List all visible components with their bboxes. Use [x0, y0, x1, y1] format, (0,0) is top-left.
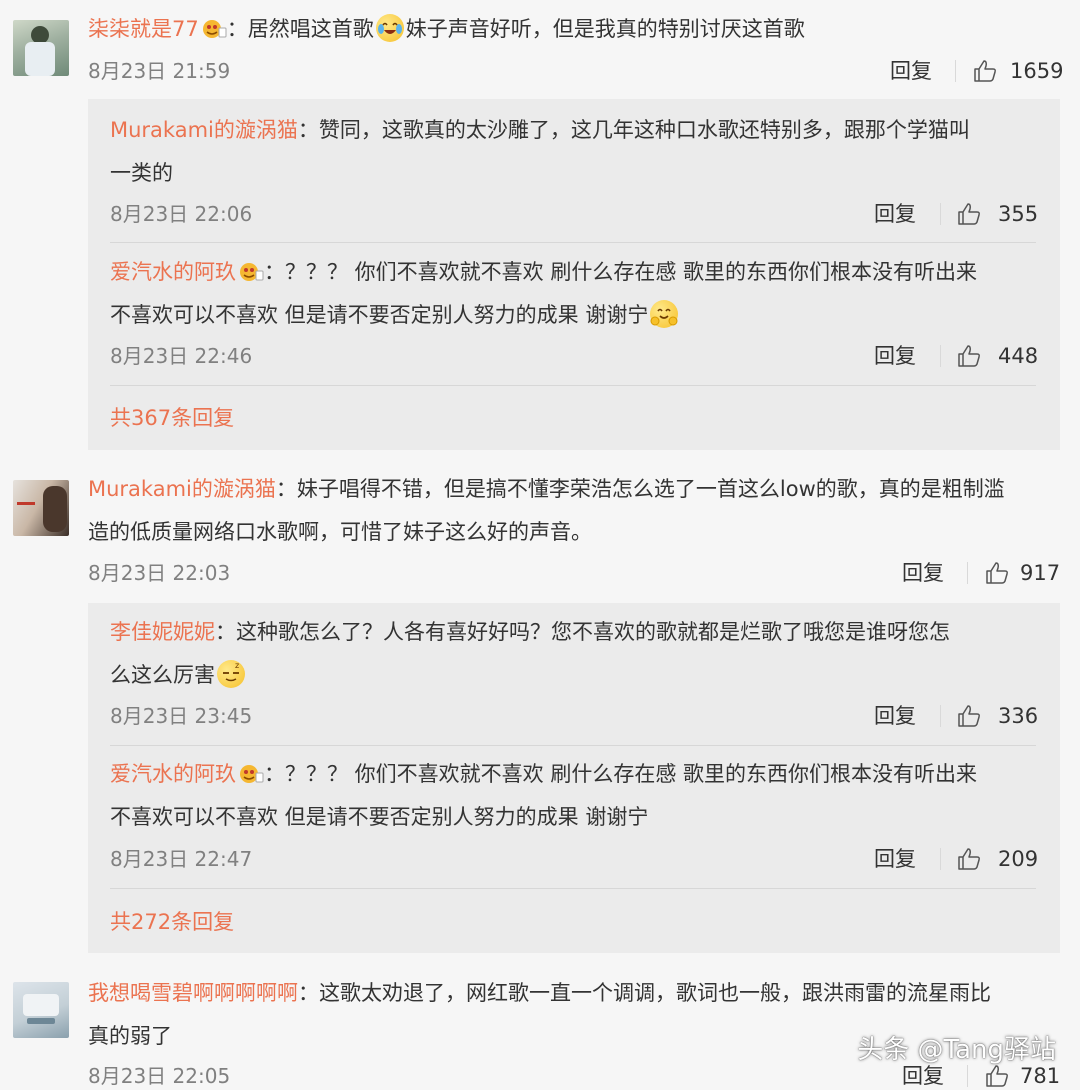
divider [940, 705, 941, 727]
comment-text: 柒柒就是77 ：居然唱这首歌 妹子声音好听，但是我真的特别讨厌这首歌 [88, 8, 805, 51]
like-count: 336 [998, 704, 1039, 728]
reply-button[interactable]: 回复 [902, 559, 944, 587]
user-avatar-photo[interactable] [13, 480, 69, 536]
replies-box: Murakami的漩涡猫：赞同，这歌真的太沙雕了，这几年这种口水歌还特别多，跟那… [88, 99, 1060, 450]
divider [110, 888, 1036, 889]
reply-button[interactable]: 回复 [874, 702, 916, 730]
thumbs-up-icon[interactable] [956, 201, 982, 227]
reply-text: 爱汽水的阿玖：？？？ 你们不喜欢就不喜欢 刷什么存在感 歌里的东西你们根本没有听… [110, 753, 1040, 839]
reply-item: Murakami的漩涡猫：赞同，这歌真的太沙雕了，这几年这种口水歌还特别多，跟那… [88, 99, 1060, 241]
reply-button[interactable]: 回复 [890, 57, 932, 85]
divider [967, 1065, 968, 1087]
reply-text: 爱汽水的阿玖：？？？ 你们不喜欢就不喜欢 刷什么存在感 歌里的东西你们根本没有听… [110, 251, 1040, 337]
username-link[interactable]: 柒柒就是77 [88, 17, 199, 41]
reply-timestamp: 8月23日 22:46 [110, 344, 253, 368]
comment-item: 我想喝雪碧啊啊啊啊啊：这歌太劝退了，网红歌一直一个调调，歌词也一般，跟洪雨雷的流… [0, 962, 1080, 1089]
reply-timestamp: 8月23日 22:47 [110, 847, 253, 871]
like-count: 355 [998, 202, 1039, 226]
divider [940, 203, 941, 225]
comment-text: Murakami的漩涡猫：妹子唱得不错，但是搞不懂李荣浩怎么选了一首这么low的… [88, 477, 1005, 544]
like-count: 209 [998, 847, 1039, 871]
reply-button[interactable]: 回复 [874, 845, 916, 873]
thumbs-up-icon[interactable] [956, 846, 982, 872]
view-more-replies-link[interactable]: 共272条回复 [110, 908, 234, 936]
thumbs-up-icon[interactable] [972, 58, 998, 84]
reply-timestamp: 8月23日 23:45 [110, 704, 253, 728]
sleepy-zzz-emoji: z [217, 660, 245, 688]
replies-box: 李佳妮妮妮：这种歌怎么了？人各有喜好好吗？您不喜欢的歌就都是烂歌了哦您是谁呀您怎… [88, 603, 1060, 953]
reply-item: 爱汽水的阿玖：？？？ 你们不喜欢就不喜欢 刷什么存在感 歌里的东西你们根本没有听… [88, 243, 1060, 385]
view-more-replies-link[interactable]: 共367条回复 [110, 404, 234, 432]
comment-timestamp: 8月23日 22:05 [88, 1064, 231, 1088]
reply-button[interactable]: 回复 [874, 342, 916, 370]
like-count: 917 [1020, 561, 1061, 585]
thumbs-up-icon[interactable] [956, 343, 982, 369]
reply-item: 李佳妮妮妮：这种歌怎么了？人各有喜好好吗？您不喜欢的歌就都是烂歌了哦您是谁呀您怎… [88, 603, 1060, 745]
comment-timestamp: 8月23日 21:59 [88, 59, 231, 83]
vip-crown-icon [201, 11, 227, 38]
reply-text: 李佳妮妮妮：这种歌怎么了？人各有喜好好吗？您不喜欢的歌就都是烂歌了哦您是谁呀您怎… [110, 620, 950, 688]
watermark-text: 头条 @Tang驿站 [857, 1035, 1056, 1065]
reply-text: Murakami的漩涡猫：赞同，这歌真的太沙雕了，这几年这种口水歌还特别多，跟那… [110, 118, 970, 185]
username-link[interactable]: Murakami的漩涡猫 [88, 477, 276, 501]
comment-item: Murakami的漩涡猫：妹子唱得不错，但是搞不懂李荣浩怎么选了一首这么low的… [0, 452, 1080, 962]
hugging-face-emoji [650, 300, 679, 328]
divider [940, 848, 941, 870]
username-link[interactable]: 爱汽水的阿玖 [110, 762, 236, 786]
comment-item: 柒柒就是77 ：居然唱这首歌 妹子声音好听，但是我真的特别讨厌这首歌 8月23日 2… [0, 0, 1080, 452]
username-link[interactable]: Murakami的漩涡猫 [110, 118, 298, 142]
divider [110, 385, 1036, 386]
username-link[interactable]: 爱汽水的阿玖 [110, 260, 236, 284]
divider [940, 345, 941, 367]
username-link[interactable]: 李佳妮妮妮 [110, 620, 215, 644]
reply-item: 爱汽水的阿玖：？？？ 你们不喜欢就不喜欢 刷什么存在感 歌里的东西你们根本没有听… [88, 746, 1060, 888]
like-count: 1659 [1010, 59, 1064, 83]
user-avatar-photo[interactable] [13, 20, 69, 76]
comment-timestamp: 8月23日 22:03 [88, 561, 231, 585]
divider [967, 562, 968, 584]
divider [955, 60, 956, 82]
username-link[interactable]: 我想喝雪碧啊啊啊啊啊 [88, 981, 298, 1005]
thumbs-up-icon[interactable] [956, 703, 982, 729]
reply-timestamp: 8月23日 22:06 [110, 202, 253, 226]
reply-button[interactable]: 回复 [874, 200, 916, 228]
svg-text:z: z [235, 661, 239, 670]
vip-crown-icon [238, 756, 264, 783]
laughing-crying-emoji [375, 14, 404, 42]
vip-crown-icon [238, 254, 264, 281]
user-avatar-photo[interactable] [13, 982, 69, 1038]
like-count: 448 [998, 344, 1039, 368]
thumbs-up-icon[interactable] [984, 560, 1010, 586]
